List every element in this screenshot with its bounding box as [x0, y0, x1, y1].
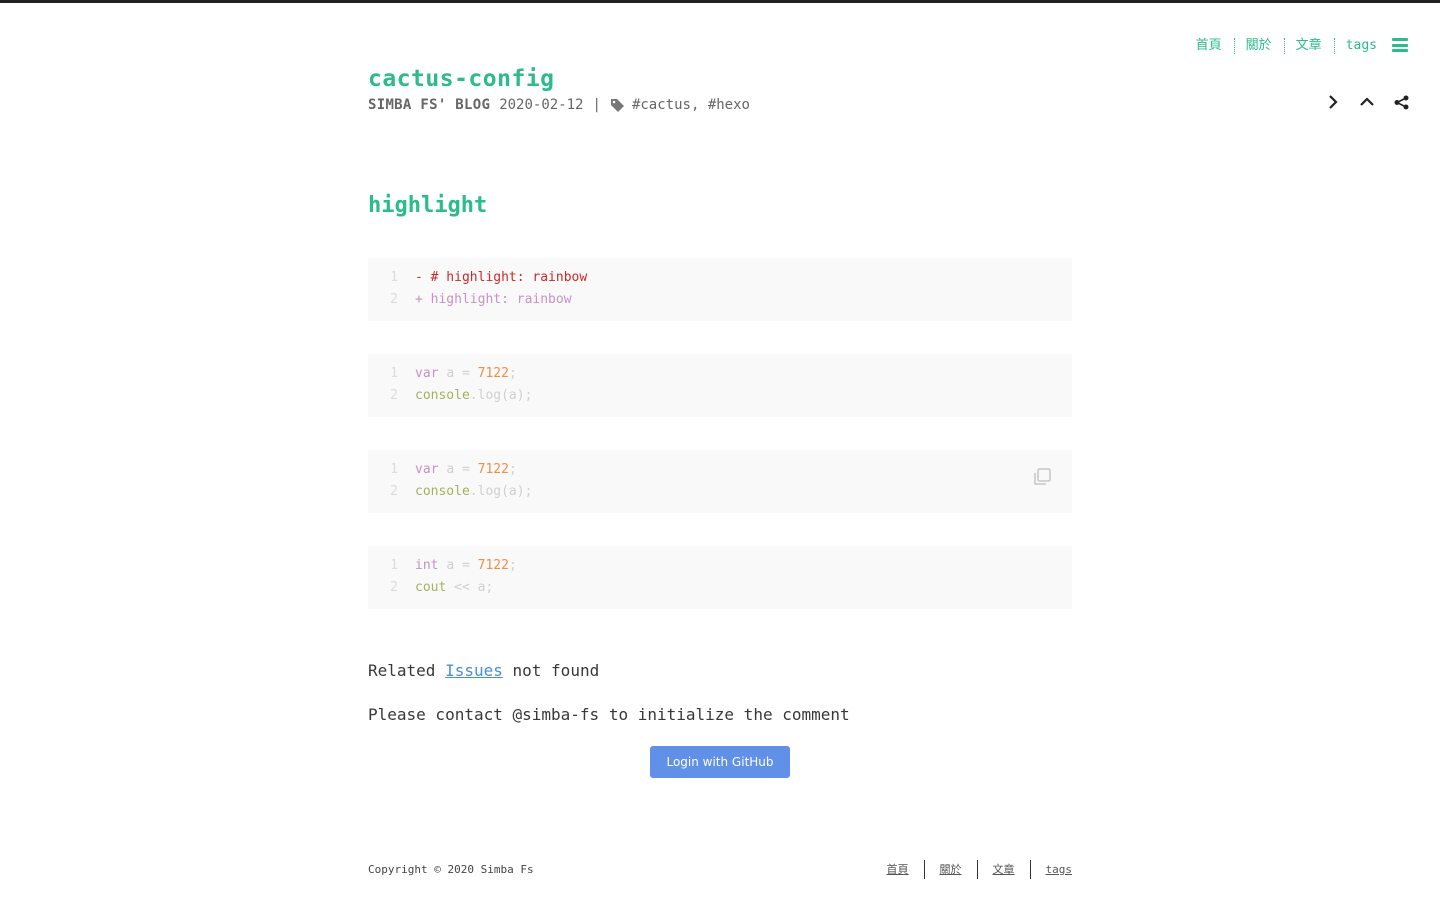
login-wrap: Login with GitHub — [368, 746, 1072, 778]
code-token: = — [461, 462, 470, 477]
code-token: ; — [508, 462, 517, 477]
code-token: a; — [477, 580, 494, 595]
chevron-right-icon[interactable] — [1324, 93, 1342, 111]
footer-link-home[interactable]: 首頁 — [872, 860, 925, 879]
code-token: var — [415, 366, 439, 381]
share-icon[interactable] — [1392, 93, 1410, 111]
code-block: 1 - # highlight: rainbow 2 + highlight: ra… — [368, 258, 1072, 321]
post-date: 2020-02-12 — [499, 97, 584, 113]
footer-link-tags[interactable]: tags — [1031, 860, 1073, 879]
tag-link-hexo[interactable]: #hexo — [708, 96, 750, 114]
top-nav: 首頁 關於 文章 tags — [1196, 38, 1377, 54]
code-token: ; — [508, 558, 517, 573]
code-text: - # highlight: rainbow — [415, 270, 588, 285]
section-heading: highlight — [368, 193, 488, 218]
code-line: 2 console.log(a); — [368, 481, 1072, 503]
line-number: 1 — [390, 558, 398, 573]
code-token: .log(a); — [469, 484, 533, 499]
copy-icon[interactable] — [1032, 467, 1052, 487]
hamburger-menu-icon[interactable] — [1392, 38, 1408, 52]
tag-link-cactus[interactable]: #cactus, — [632, 96, 699, 114]
code-token: = — [461, 366, 470, 381]
related-suffix: not found — [512, 661, 600, 680]
copyright-text: Copyright © 2020 Simba Fs — [368, 863, 534, 876]
chevron-up-icon[interactable] — [1358, 93, 1376, 111]
code-token: a — [446, 366, 455, 381]
contact-text: Please contact @simba-fs to initialize t… — [368, 705, 850, 724]
code-token: ; — [508, 366, 517, 381]
code-token: 7122 — [477, 366, 509, 381]
post-content: cactus-config SIMBA FS' BLOG 2020-02-12 … — [368, 64, 1072, 778]
code-token: .log(a); — [469, 388, 533, 403]
blog-author: SIMBA FS' BLOG — [368, 97, 491, 113]
code-token: a — [446, 462, 455, 477]
code-line: 1 int a = 7122; — [368, 555, 1072, 577]
line-number: 1 — [390, 366, 398, 381]
post-title: cactus-config — [368, 66, 555, 92]
code-token: 7122 — [477, 462, 509, 477]
code-token: 7122 — [477, 558, 509, 573]
post-meta: SIMBA FS' BLOG 2020-02-12 | #cactus, #he… — [368, 96, 1072, 114]
footer: Copyright © 2020 Simba Fs 首頁 關於 文章 tags — [368, 860, 1072, 879]
line-number: 1 — [390, 270, 398, 285]
code-text: + highlight: rainbow — [415, 292, 572, 307]
nav-item-home[interactable]: 首頁 — [1196, 38, 1235, 54]
code-token: int — [415, 558, 439, 573]
line-number: 2 — [390, 388, 398, 403]
nav-item-articles[interactable]: 文章 — [1285, 38, 1335, 54]
code-token: cout — [415, 580, 447, 595]
nav-item-about[interactable]: 關於 — [1235, 38, 1285, 54]
related-prefix: Related — [368, 661, 436, 680]
login-github-button[interactable]: Login with GitHub — [650, 746, 790, 778]
code-line: 2 console.log(a); — [368, 385, 1072, 407]
code-token: console — [415, 484, 470, 499]
code-line: 2 cout << a; — [368, 577, 1072, 599]
line-number: 2 — [390, 580, 398, 595]
code-line: 1 - # highlight: rainbow — [368, 267, 1072, 289]
line-number: 1 — [390, 462, 398, 477]
code-token: = — [461, 558, 470, 573]
code-line: 1 var a = 7122; — [368, 363, 1072, 385]
code-token: a — [446, 558, 455, 573]
nav-item-tags[interactable]: tags — [1335, 38, 1377, 54]
code-token: console — [415, 388, 470, 403]
code-token: << — [454, 580, 470, 595]
code-token: var — [415, 462, 439, 477]
post-actions — [1324, 93, 1410, 111]
footer-link-articles[interactable]: 文章 — [978, 860, 1031, 879]
code-block: 1 int a = 7122; 2 cout << a; — [368, 546, 1072, 609]
code-line: 2 + highlight: rainbow — [368, 289, 1072, 311]
line-number: 2 — [390, 292, 398, 307]
meta-separator: | — [592, 97, 601, 113]
line-number: 2 — [390, 484, 398, 499]
related-issues-text: Related Issues not found — [368, 660, 1072, 682]
code-line: 1 var a = 7122; — [368, 459, 1072, 481]
tag-icon — [610, 98, 625, 112]
code-block: 1 var a = 7122; 2 console.log(a); — [368, 450, 1072, 513]
top-border — [0, 0, 1440, 3]
footer-link-about[interactable]: 關於 — [925, 860, 978, 879]
issues-link[interactable]: Issues — [445, 661, 503, 680]
footer-nav: 首頁 關於 文章 tags — [872, 860, 1073, 879]
code-block: 1 var a = 7122; 2 console.log(a); — [368, 354, 1072, 417]
comments-section: Related Issues not found Please contact … — [368, 660, 1072, 778]
